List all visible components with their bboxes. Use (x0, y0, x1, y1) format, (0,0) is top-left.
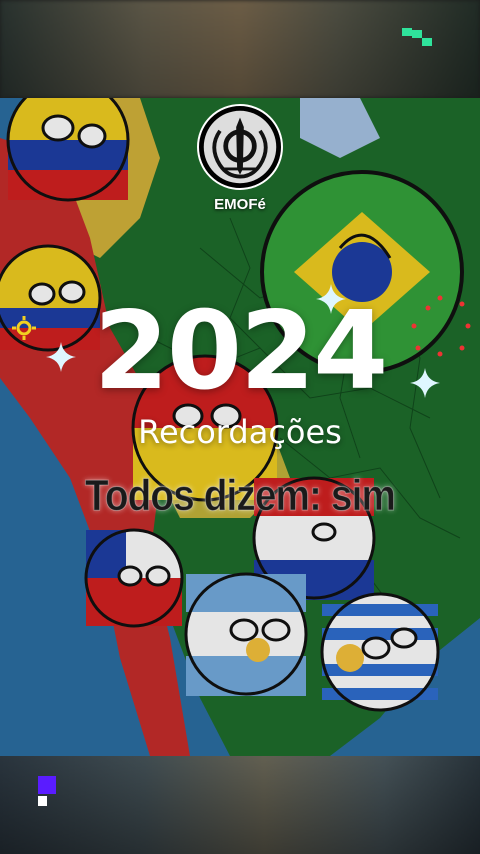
recap-year: 2024 (93, 289, 389, 414)
khanda-icon (200, 107, 280, 187)
green-pixel-icon (402, 28, 434, 48)
purple-pixel-icon (36, 776, 58, 808)
creator-username[interactable]: EMOFé (180, 196, 300, 213)
recap-subtitle: Recordações (138, 413, 342, 451)
bottom-blurred-backdrop (0, 756, 480, 854)
memories-story-screen: EMOFé 2024 Recordações Todos dizem: sim (0, 0, 480, 854)
top-blurred-backdrop (0, 0, 480, 98)
video-caption: Todos dizem: sim (84, 471, 397, 520)
sun-gear-icon (12, 316, 36, 340)
creator-avatar[interactable] (197, 104, 283, 190)
